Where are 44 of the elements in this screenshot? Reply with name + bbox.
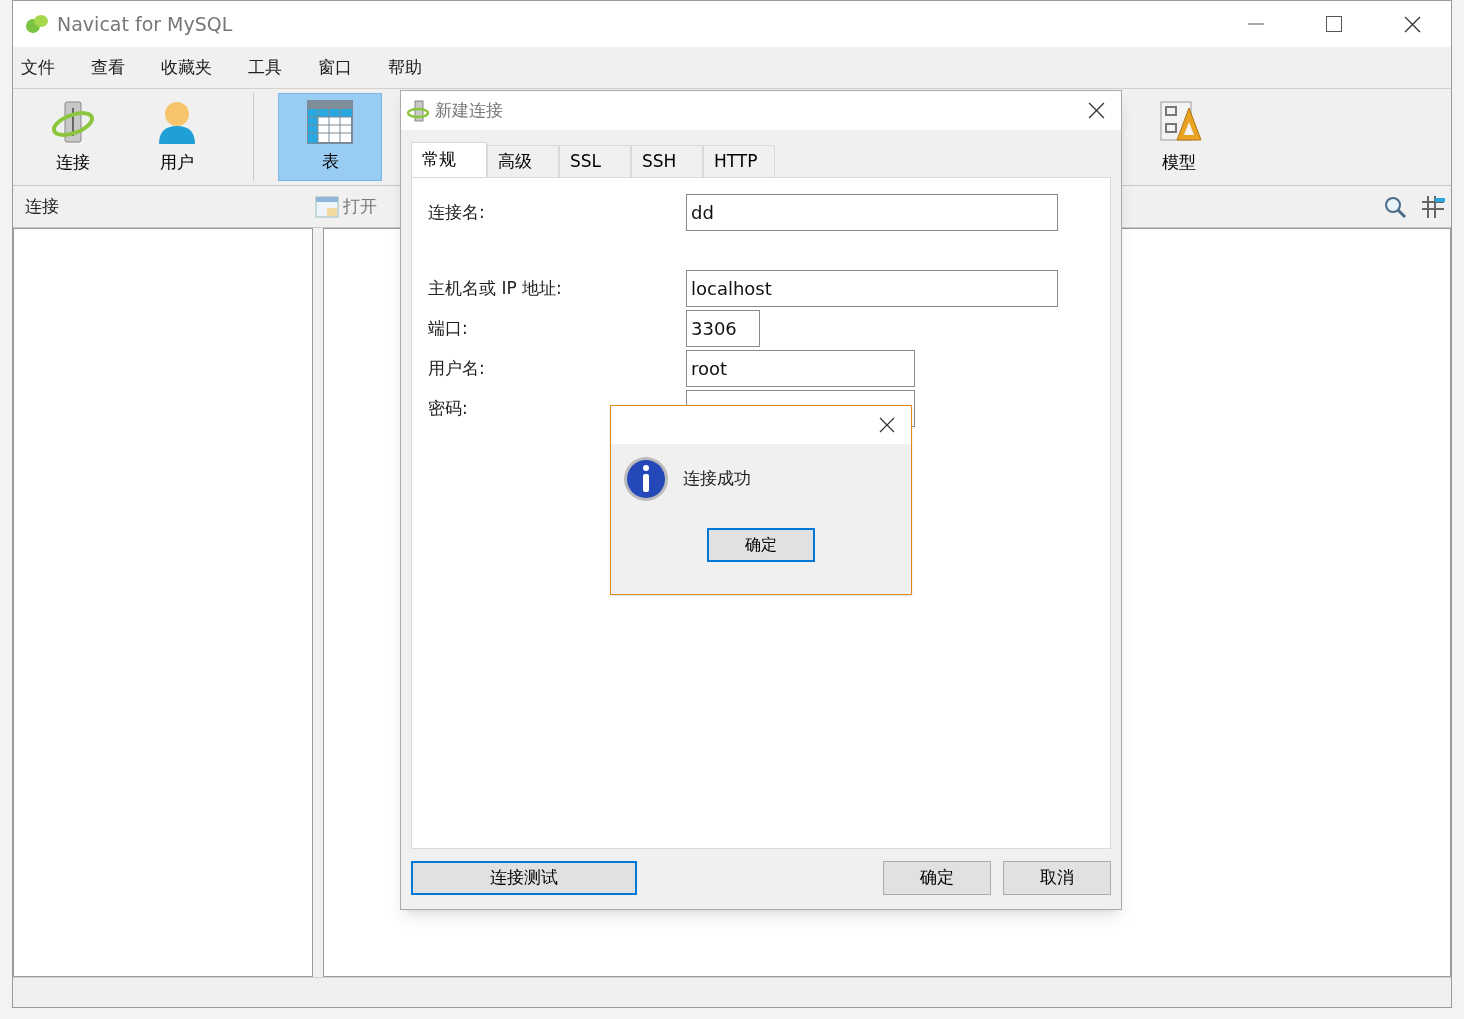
tab[interactable]: HTTP xyxy=(703,145,775,178)
toolbar-button[interactable]: 表 xyxy=(278,93,382,181)
menu-item[interactable]: 收藏夹 xyxy=(161,54,212,81)
close-icon[interactable] xyxy=(1404,15,1421,33)
tab[interactable]: SSH xyxy=(631,145,703,178)
field-label: 用户名: xyxy=(428,356,486,380)
dialog-button[interactable]: 取消 xyxy=(1003,861,1111,895)
dialog-title: 新建连接 xyxy=(435,98,503,122)
tab[interactable]: 高级 xyxy=(487,145,559,178)
info-icon xyxy=(623,456,669,502)
close-icon[interactable] xyxy=(1088,102,1105,119)
tab[interactable]: SSL xyxy=(559,145,631,178)
open-table-button[interactable]: 打开 xyxy=(315,193,377,220)
window-title: Navicat for MySQL xyxy=(57,11,233,37)
search-icon[interactable] xyxy=(1383,194,1407,219)
dialog-button[interactable]: 连接测试 xyxy=(411,861,637,895)
toolbar-button[interactable]: 用户 xyxy=(125,93,229,181)
server-icon xyxy=(407,99,429,122)
message-text: 连接成功 xyxy=(683,467,751,491)
text-field[interactable]: localhost xyxy=(686,270,1058,307)
panel-title: 连接 xyxy=(25,194,60,218)
menu-item[interactable]: 查看 xyxy=(91,54,125,81)
menu-item[interactable]: 文件 xyxy=(21,54,55,81)
menu-item[interactable]: 帮助 xyxy=(388,54,422,81)
grid-view-icon[interactable] xyxy=(1421,194,1445,219)
table-icon xyxy=(315,195,339,218)
app-logo-icon xyxy=(25,13,49,35)
menu-item[interactable]: 窗口 xyxy=(318,54,352,81)
tab[interactable]: 常规 xyxy=(411,142,487,178)
maximize-icon[interactable] xyxy=(1326,16,1342,32)
menu-item[interactable]: 工具 xyxy=(248,54,282,81)
ok-button[interactable]: 确定 xyxy=(707,528,815,562)
text-field[interactable]: root xyxy=(686,350,915,387)
close-icon[interactable] xyxy=(879,417,895,433)
field-label: 主机名或 IP 地址: xyxy=(428,276,563,300)
field-label: 端口: xyxy=(428,316,469,340)
text-field[interactable]: 3306 xyxy=(686,310,760,347)
toolbar-button[interactable]: 连接 xyxy=(21,93,125,181)
toolbar-button[interactable]: 模型 xyxy=(1127,93,1231,181)
table-icon xyxy=(306,99,354,146)
field-label: 密码: xyxy=(428,396,469,420)
text-field[interactable]: dd xyxy=(686,194,1058,231)
field-label: 连接名: xyxy=(428,200,486,224)
dialog-button[interactable]: 确定 xyxy=(883,861,991,895)
